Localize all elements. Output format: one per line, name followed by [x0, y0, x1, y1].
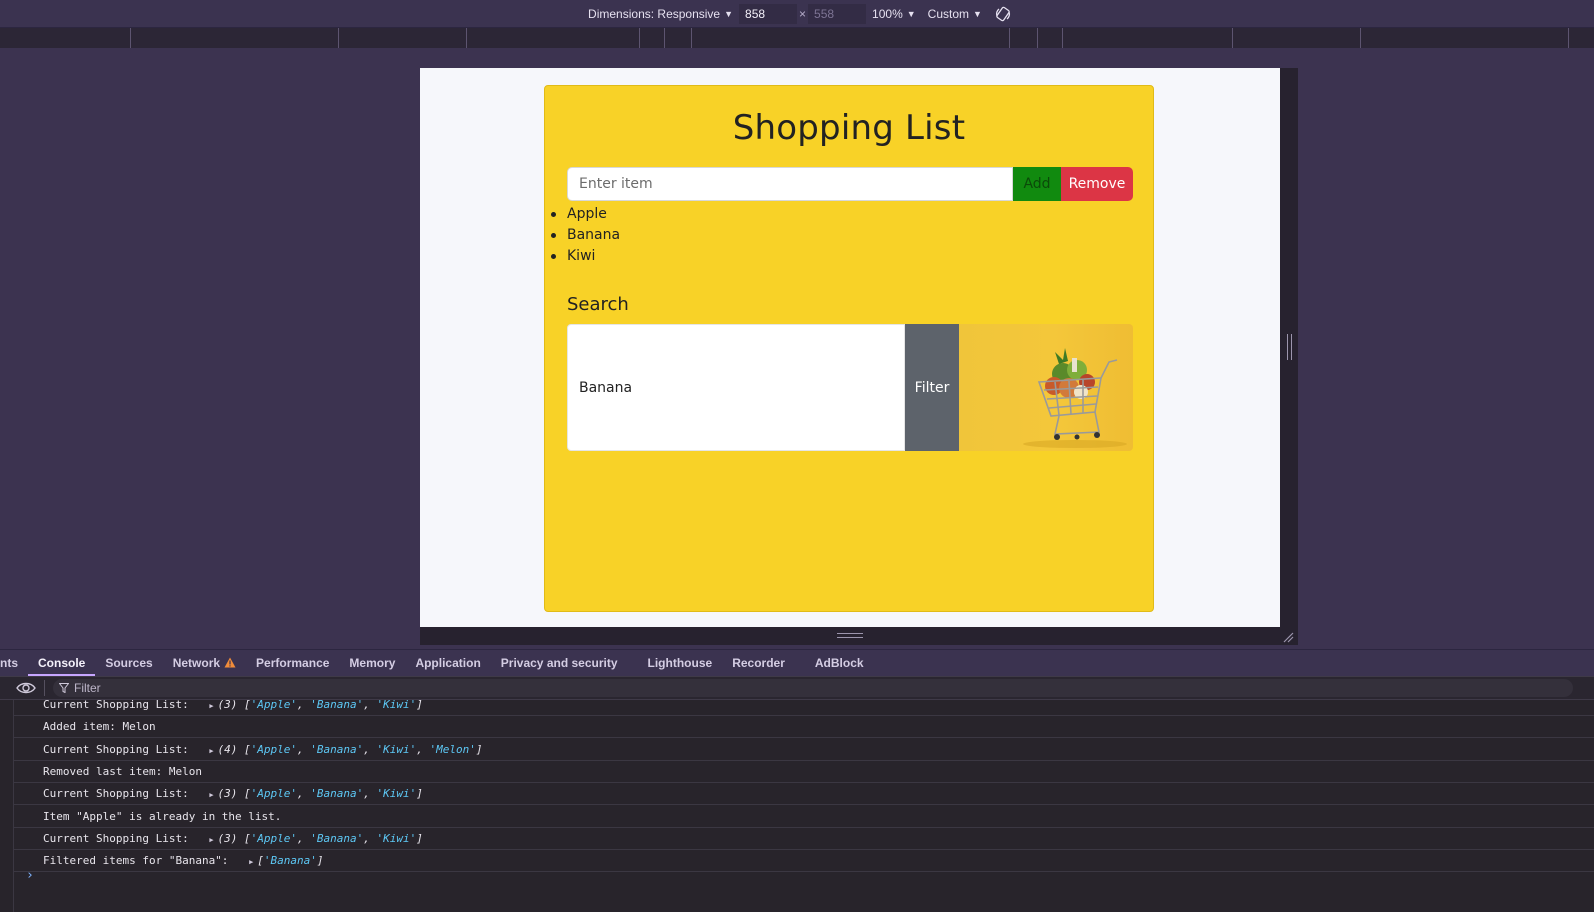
page-title: Shopping List [732, 108, 966, 148]
console-message-text: Current Shopping List: [43, 700, 196, 711]
throttle-label: Custom [927, 6, 970, 21]
console-message: Current Shopping List: ▶ (3) ['Apple', 'B… [14, 828, 1594, 850]
console-message-text: Filtered items for "Banana": [43, 854, 236, 868]
emulated-viewport: Shopping List Enter item Add Remove Appl… [420, 68, 1280, 627]
console-array-item: 'Banana' [310, 787, 364, 801]
zoom-dropdown[interactable]: 100% ▼ [872, 7, 916, 21]
console-prompt[interactable]: › [26, 868, 34, 883]
console-array-item: 'Kiwi' [376, 787, 417, 801]
tab-sources[interactable]: Sources [95, 649, 162, 676]
console-array-preview[interactable]: ▶ (3) ['Apple', 'Banana', 'Kiwi'] [209, 832, 423, 845]
remove-button[interactable]: Remove [1061, 167, 1133, 201]
device-toolbar: Dimensions: Responsive ▼ 858 × 558 100% … [0, 0, 1594, 28]
expand-triangle-icon[interactable]: ▶ [209, 702, 213, 710]
expand-triangle-icon[interactable]: ▶ [209, 747, 213, 755]
zoom-label: 100% [872, 6, 903, 21]
console-array-item: 'Melon' [429, 742, 476, 756]
caret-down-icon: ▼ [724, 8, 734, 19]
console-array-item: 'Apple' [250, 831, 298, 845]
console-array-preview[interactable]: ▶ ['Banana'] [249, 854, 323, 867]
tab-elements[interactable]: nts [0, 649, 28, 676]
dimensions-dropdown[interactable]: Dimensions: Responsive ▼ [588, 7, 733, 21]
console-array-item: 'Apple' [250, 742, 298, 756]
list-item: Banana [550, 225, 620, 246]
width-input[interactable]: 858 [739, 3, 798, 24]
eye-icon[interactable] [16, 681, 36, 695]
console-array-item: 'Apple' [250, 700, 298, 711]
console-array-preview[interactable]: ▶ (3) ['Apple', 'Banana', 'Kiwi'] [209, 787, 423, 800]
shopping-card: Shopping List Enter item Add Remove Appl… [544, 85, 1154, 612]
devtools-tabbar: nts Console Sources Network Performance … [0, 649, 1594, 676]
tab-application[interactable]: Application [405, 649, 490, 676]
times-separator: × [799, 6, 807, 21]
console-message-text: Current Shopping List: [43, 787, 196, 801]
console-array-item: 'Kiwi' [376, 700, 417, 711]
resize-corner-icon[interactable] [1282, 631, 1294, 643]
console-array-item: 'Banana' [310, 742, 364, 756]
console-array-item: 'Banana' [263, 854, 317, 868]
expand-triangle-icon[interactable]: ▶ [249, 858, 253, 866]
console-array-item: 'Kiwi' [376, 831, 417, 845]
expand-triangle-icon[interactable]: ▶ [209, 836, 213, 844]
console-toolbar: Filter [0, 676, 1594, 700]
dimensions-label: Dimensions: Responsive [588, 6, 721, 21]
console-message-text: Current Shopping List: [43, 831, 196, 845]
console-message: Current Shopping List: ▶ (4) ['Apple', 'B… [14, 739, 1594, 761]
console-output: Current Shopping List: ▶ (3) ['Apple', 'B… [0, 700, 1594, 912]
console-message-text: Current Shopping List: [43, 742, 196, 756]
console-message: Current Shopping List: ▶ (3) ['Apple', 'B… [14, 783, 1594, 806]
console-array-item: 'Kiwi' [376, 742, 417, 756]
console-array-preview[interactable]: ▶ (3) ['Apple', 'Banana', 'Kiwi'] [209, 700, 423, 711]
tab-memory[interactable]: Memory [339, 649, 405, 676]
media-query-bar[interactable] [0, 28, 1594, 48]
tab-performance[interactable]: Performance [246, 649, 339, 676]
tab-lighthouse[interactable]: Lighthouse [638, 649, 723, 676]
console-message-text: Added item: Melon [43, 720, 156, 734]
toolbar-divider [44, 680, 45, 696]
height-input[interactable]: 558 [808, 3, 867, 24]
item-input[interactable]: Enter item [567, 167, 1013, 201]
caret-down-icon: ▼ [973, 8, 982, 19]
console-message: Item "Apple" is already in the list. [14, 806, 1594, 828]
list-item: Apple [550, 204, 620, 225]
console-filter-input[interactable]: Filter [53, 679, 1573, 697]
warning-icon [224, 657, 236, 668]
console-message: Removed last item: Melon [14, 761, 1594, 783]
console-message: Filtered items for "Banana": ▶ ['Banana'] [14, 850, 1594, 873]
console-array-item: 'Apple' [250, 787, 298, 801]
tab-network-label: Network [172, 655, 221, 670]
filter-button[interactable]: Filter [905, 324, 959, 451]
console-array-item: 'Banana' [310, 831, 364, 845]
filter-icon [59, 683, 69, 693]
console-gutter [0, 700, 14, 912]
console-array-item: 'Banana' [310, 700, 364, 711]
throttle-dropdown[interactable]: Custom ▼ [928, 7, 982, 21]
tab-console[interactable]: Console [28, 649, 96, 676]
shopping-cart-image [959, 324, 1133, 451]
shopping-list: Apple Banana Kiwi [550, 204, 620, 267]
console-array-preview[interactable]: ▶ (4) ['Apple', 'Banana', 'Kiwi', 'Melon'… [209, 743, 482, 756]
add-button[interactable]: Add [1013, 167, 1061, 201]
console-message-text: Removed last item: Melon [43, 764, 202, 778]
add-item-row: Enter item Add Remove [567, 167, 1133, 201]
console-message-text: Item "Apple" is already in the list. [43, 809, 282, 823]
expand-triangle-icon[interactable]: ▶ [209, 791, 213, 799]
search-heading: Search [567, 294, 629, 315]
viewport-resize-handle-right[interactable] [1280, 68, 1298, 627]
list-item: Kiwi [550, 246, 620, 267]
console-message: Current Shopping List: ▶ (3) ['Apple', 'B… [14, 700, 1594, 716]
viewport-resize-handle-bottom[interactable] [420, 627, 1298, 645]
caret-down-icon: ▼ [906, 8, 916, 19]
tab-network[interactable]: Network [163, 649, 246, 676]
search-input[interactable]: Banana [567, 324, 905, 451]
rotate-icon[interactable] [994, 5, 1012, 23]
tab-privacy-security[interactable]: Privacy and security [491, 649, 628, 676]
tab-adblock[interactable]: AdBlock [805, 649, 874, 676]
search-row: Banana Filter [567, 324, 1133, 451]
console-message: Added item: Melon [14, 716, 1594, 739]
filter-placeholder: Filter [74, 681, 101, 695]
tab-recorder[interactable]: Recorder [722, 649, 795, 676]
